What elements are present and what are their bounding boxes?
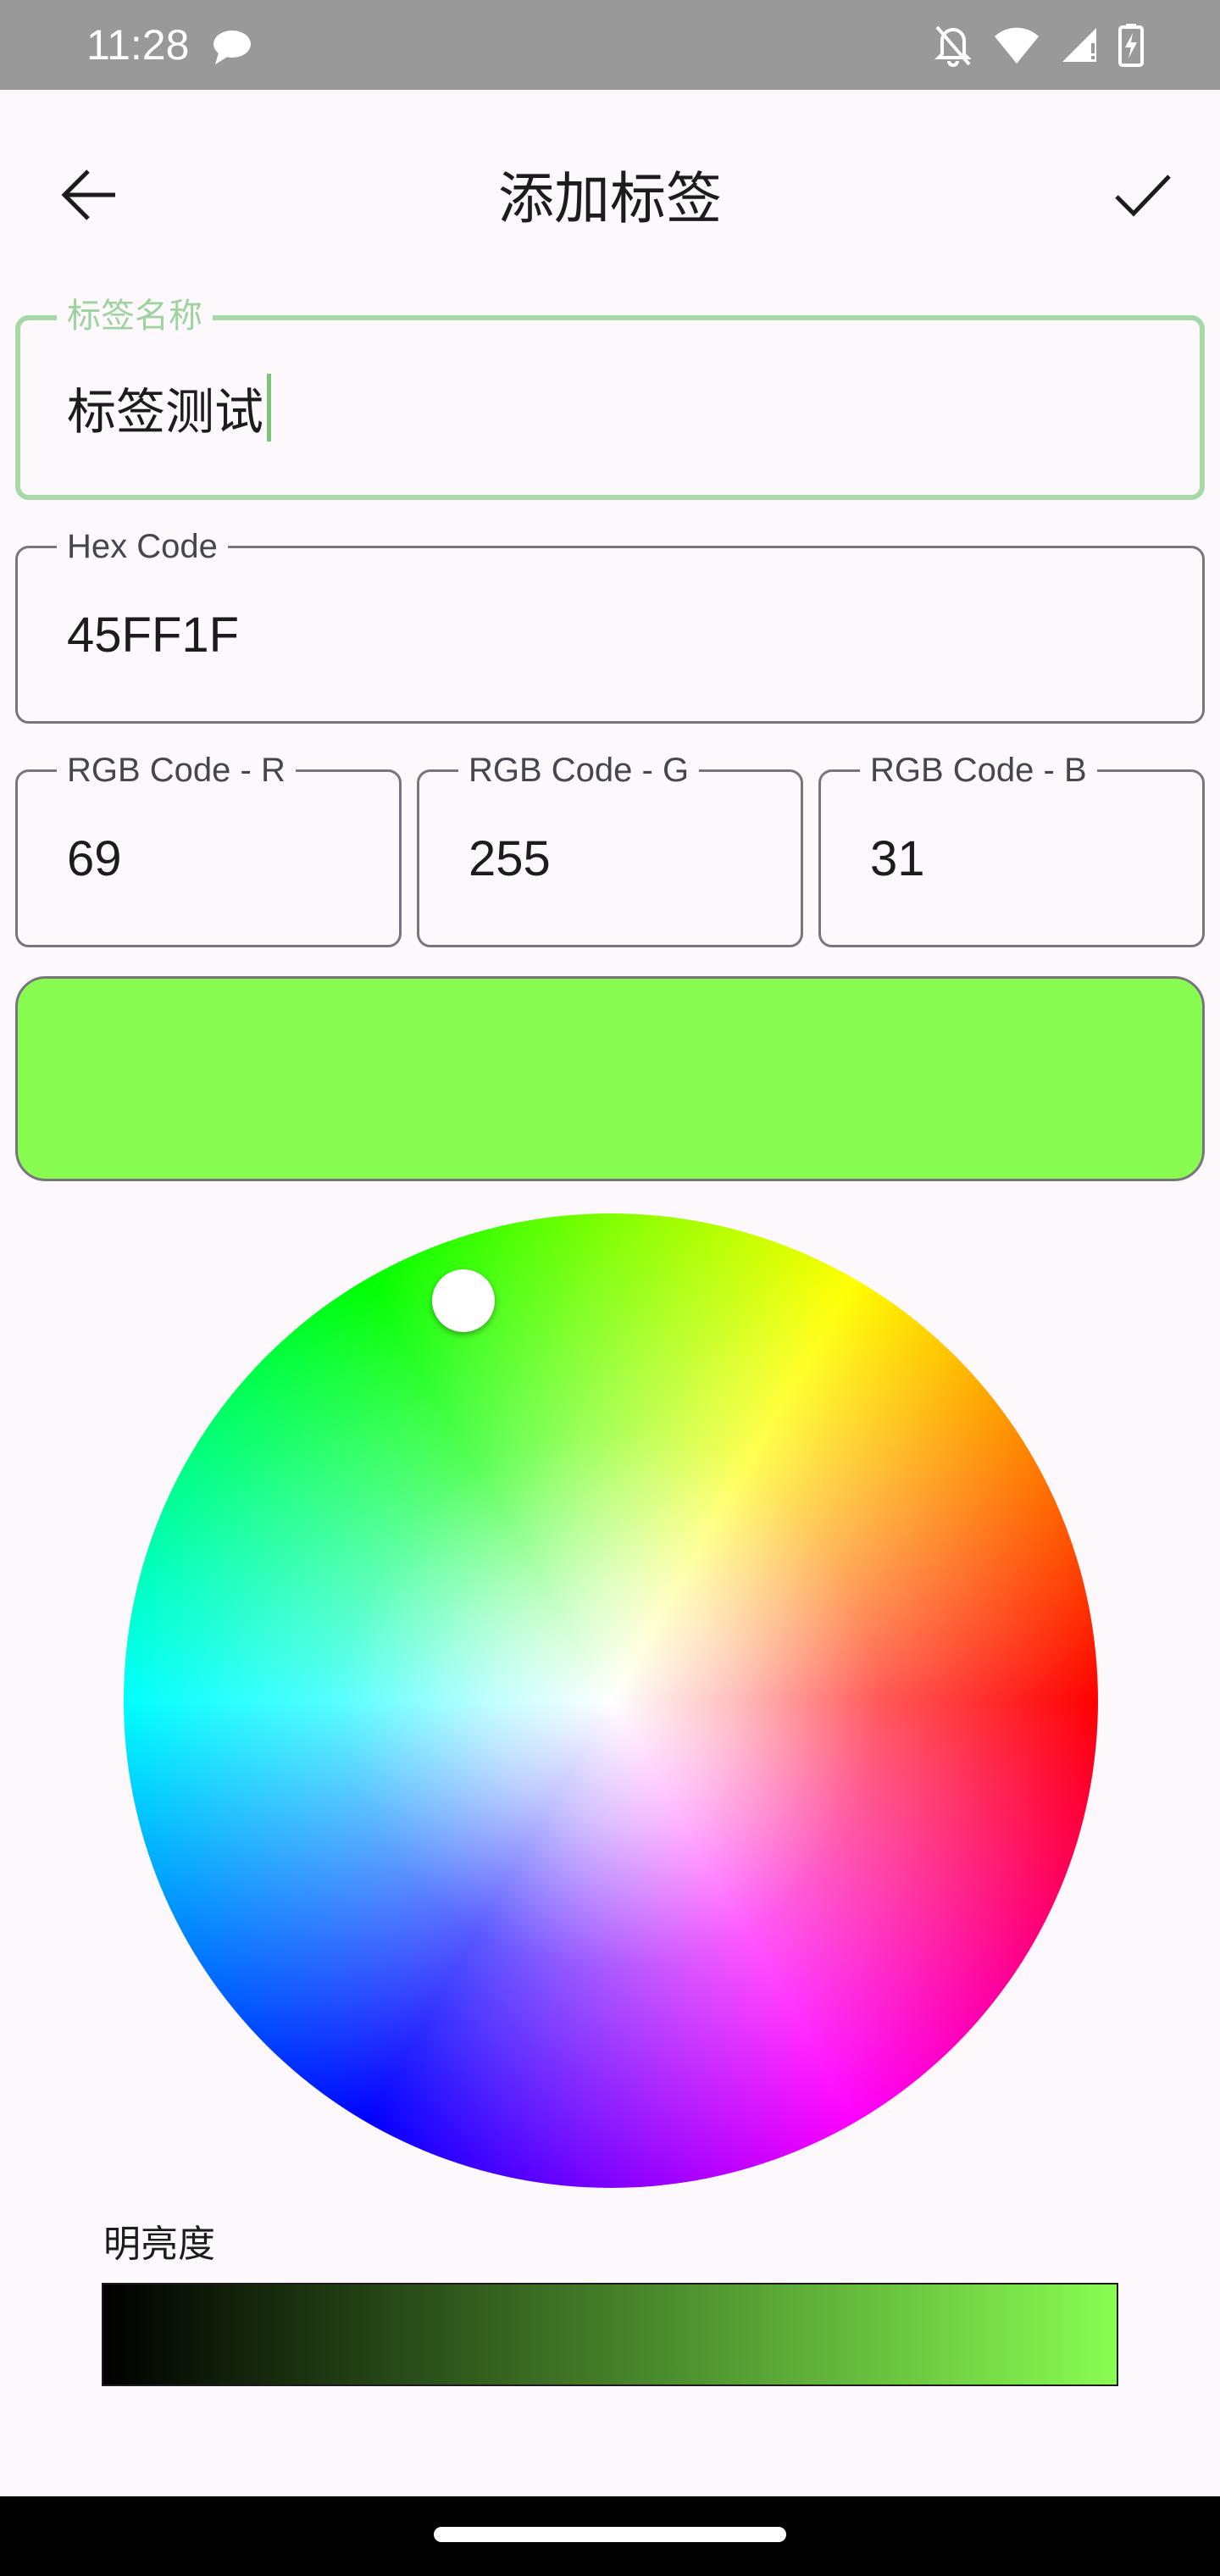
saturation-overlay: [124, 1213, 1098, 2188]
status-time: 11:28: [86, 21, 190, 69]
hex-code-value: 45FF1F: [67, 607, 240, 663]
color-wheel-thumb[interactable]: [432, 1269, 495, 1332]
brightness-slider[interactable]: [102, 2283, 1118, 2386]
status-bar: 11:28: [0, 0, 1220, 90]
chat-bubble-icon: [210, 27, 254, 69]
rgb-b-value: 31: [870, 830, 925, 886]
rgb-r-field[interactable]: RGB Code - R 69: [15, 752, 402, 947]
rgb-b-field[interactable]: RGB Code - B 31: [818, 752, 1205, 947]
tag-name-value: 标签测试: [67, 385, 264, 440]
rgb-r-value: 69: [67, 830, 122, 886]
top-app-bar: 添加标签: [0, 90, 1220, 302]
home-gesture-handle[interactable]: [434, 2527, 786, 2542]
battery-charging-icon: [1118, 23, 1144, 70]
page-title: 添加标签: [498, 166, 722, 231]
color-preview-swatch: [15, 976, 1205, 1181]
wifi-icon: [993, 25, 1040, 69]
tag-name-field[interactable]: 标签名称 标签测试: [15, 297, 1205, 500]
signal-icon: [1059, 25, 1100, 69]
alarm-off-icon: [932, 22, 974, 71]
color-wheel[interactable]: [124, 1213, 1098, 2188]
text-cursor: [267, 374, 272, 441]
rgb-g-value: 255: [469, 830, 551, 886]
rgb-g-field[interactable]: RGB Code - G 255: [417, 752, 803, 947]
system-nav-bar: [0, 2496, 1220, 2576]
check-icon[interactable]: [1106, 159, 1178, 230]
brightness-label: 明亮度: [103, 2223, 215, 2266]
hex-code-field[interactable]: Hex Code 45FF1F: [15, 528, 1205, 724]
